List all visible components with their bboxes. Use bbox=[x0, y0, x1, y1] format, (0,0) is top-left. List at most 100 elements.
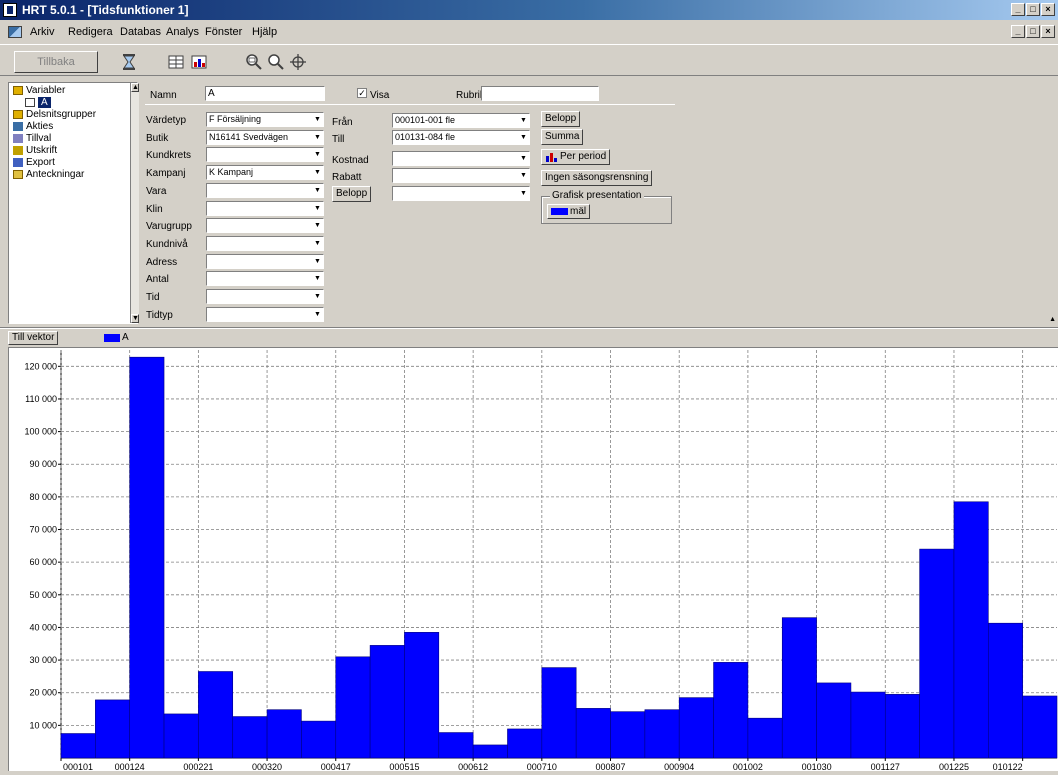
dropdown-arrow-icon[interactable]: ▼ bbox=[312, 219, 323, 232]
field-select-kampanj[interactable]: K Kampanj ▼ bbox=[206, 165, 324, 180]
menu-fonster[interactable]: Fönster bbox=[205, 26, 242, 38]
dropdown-arrow-icon[interactable]: ▼ bbox=[312, 131, 323, 144]
dropdown-arrow-icon[interactable]: ▼ bbox=[518, 187, 529, 200]
tree-item-tillval[interactable]: Tillval bbox=[13, 133, 51, 145]
bar-chart: 10 000 20 000 30 000 40 000 50 000 60 000 70 0… bbox=[24, 350, 1058, 772]
menu-bar: Arkiv Redigera Databas Analys Fönster Hj… bbox=[0, 22, 1058, 42]
dropdown-arrow-icon[interactable]: ▼ bbox=[312, 308, 323, 321]
menu-arkiv[interactable]: Arkiv bbox=[30, 26, 54, 38]
kostnad-select[interactable]: ▼ bbox=[392, 151, 530, 166]
fran-select[interactable]: 000101-001 fle ▼ bbox=[392, 113, 530, 128]
tree-item-utskrift[interactable]: Utskrift bbox=[13, 145, 57, 157]
field-select-tid[interactable]: ▼ bbox=[206, 289, 324, 304]
dropdown-arrow-icon[interactable]: ▼ bbox=[312, 237, 323, 250]
till-vektor-button[interactable]: Till vektor bbox=[8, 331, 59, 345]
dropdown-arrow-icon[interactable]: ▼ bbox=[518, 131, 529, 144]
bar bbox=[610, 711, 646, 759]
field-select-adress[interactable]: ▼ bbox=[206, 254, 324, 269]
per-period-label: Per period bbox=[560, 151, 607, 162]
dropdown-arrow-icon[interactable]: ▼ bbox=[312, 272, 323, 285]
bar bbox=[884, 694, 920, 759]
belopp-field-button[interactable]: Belopp bbox=[332, 186, 372, 202]
y-tick-label: 120 000 bbox=[24, 361, 57, 371]
field-select-vrdetyp[interactable]: F Försäljning ▼ bbox=[206, 112, 324, 127]
zoom-in-icon[interactable] bbox=[267, 53, 285, 71]
y-tick-label: 10 000 bbox=[29, 720, 57, 730]
field-select-tidtyp[interactable]: ▼ bbox=[206, 307, 324, 322]
child-close-button[interactable]: × bbox=[1041, 25, 1055, 38]
dropdown-arrow-icon[interactable]: ▼ bbox=[518, 114, 529, 127]
menu-analys[interactable]: Analys bbox=[166, 26, 199, 38]
menu-redigera[interactable]: Redigera bbox=[68, 26, 113, 38]
name-input[interactable]: A bbox=[205, 86, 325, 101]
tree-item-akties[interactable]: Akties bbox=[13, 121, 53, 133]
summa-button[interactable]: Summa bbox=[541, 129, 584, 145]
dropdown-arrow-icon[interactable]: ▼ bbox=[518, 152, 529, 165]
scroll-up-arrow[interactable]: ▲ bbox=[131, 83, 139, 92]
maximize-button[interactable]: □ bbox=[1026, 3, 1040, 16]
dropdown-arrow-icon[interactable]: ▼ bbox=[312, 202, 323, 215]
field-select-butik[interactable]: N16141 Svedvägen ▼ bbox=[206, 130, 324, 145]
scroll-down-arrow[interactable]: ▼ bbox=[131, 314, 139, 323]
bar bbox=[644, 709, 680, 759]
menu-databas[interactable]: Databas bbox=[120, 26, 161, 38]
visa-checkbox[interactable]: ✓ bbox=[357, 88, 367, 98]
per-period-button[interactable]: Per period bbox=[541, 149, 611, 165]
dropdown-arrow-icon[interactable]: ▼ bbox=[312, 184, 323, 197]
tree-scrollbar[interactable]: ▲ ▼ bbox=[130, 83, 139, 323]
belopp-select[interactable]: ▼ bbox=[392, 186, 530, 201]
export-icon bbox=[13, 157, 23, 167]
field-select-varugrupp[interactable]: ▼ bbox=[206, 218, 324, 233]
field-select-antal[interactable]: ▼ bbox=[206, 271, 324, 286]
dropdown-arrow-icon[interactable]: ▼ bbox=[312, 255, 323, 268]
tree-item-variabler[interactable]: Variabler bbox=[13, 85, 65, 97]
child-minimize-button[interactable]: _ bbox=[1011, 25, 1025, 38]
field-label-vara: Vara bbox=[146, 186, 167, 197]
printer-icon bbox=[13, 145, 23, 155]
zoom-icon[interactable] bbox=[245, 53, 263, 71]
field-select-kundniv[interactable]: ▼ bbox=[206, 236, 324, 251]
y-tick-label: 100 000 bbox=[24, 427, 57, 437]
rabatt-select[interactable]: ▼ bbox=[392, 168, 530, 183]
tree-item-export[interactable]: Export bbox=[13, 157, 55, 169]
bar bbox=[369, 645, 405, 759]
y-tick-label: 30 000 bbox=[29, 655, 57, 665]
table-icon[interactable] bbox=[167, 53, 185, 71]
document-icon[interactable] bbox=[8, 26, 22, 38]
minimize-button[interactable]: _ bbox=[1011, 3, 1025, 16]
close-button[interactable]: × bbox=[1041, 3, 1055, 16]
season-adjust-button[interactable]: Ingen säsongsrensning bbox=[541, 170, 653, 186]
back-button[interactable]: Tillbaka bbox=[14, 51, 98, 73]
pane-splitter[interactable] bbox=[0, 327, 1058, 329]
field-label-kundkrets: Kundkrets bbox=[146, 150, 192, 161]
resize-arrow-icon[interactable]: ▲ bbox=[1049, 316, 1056, 323]
dropdown-arrow-icon[interactable]: ▼ bbox=[312, 290, 323, 303]
kostnad-label: Kostnad bbox=[332, 155, 369, 166]
legend-strip: Till vektor A bbox=[0, 330, 1058, 346]
fran-label: Från bbox=[332, 117, 353, 128]
tree-item-anteckningar[interactable]: Anteckningar bbox=[13, 169, 84, 181]
field-select-kundkrets[interactable]: ▼ bbox=[206, 147, 324, 162]
child-maximize-button[interactable]: □ bbox=[1026, 25, 1040, 38]
bar bbox=[438, 732, 474, 759]
child-window-controls: _ □ × bbox=[1011, 25, 1055, 38]
pan-icon[interactable] bbox=[289, 53, 307, 71]
bar bbox=[232, 716, 268, 759]
menu-hjalp[interactable]: Hjälp bbox=[252, 26, 277, 38]
chart-icon[interactable] bbox=[190, 53, 208, 71]
field-label-antal: Antal bbox=[146, 274, 169, 285]
rubrik-input[interactable] bbox=[481, 86, 599, 101]
dropdown-arrow-icon[interactable]: ▼ bbox=[518, 169, 529, 182]
name-label: Namn bbox=[150, 90, 177, 101]
dropdown-arrow-icon[interactable]: ▼ bbox=[312, 113, 323, 126]
tree-item-delsnitsgrupper[interactable]: Delsnitsgrupper bbox=[13, 109, 96, 121]
field-select-vara[interactable]: ▼ bbox=[206, 183, 324, 198]
dropdown-arrow-icon[interactable]: ▼ bbox=[312, 166, 323, 179]
tree-item-a[interactable]: A bbox=[25, 97, 51, 109]
field-select-klin[interactable]: ▼ bbox=[206, 201, 324, 216]
hourglass-icon[interactable] bbox=[120, 53, 138, 71]
dropdown-arrow-icon[interactable]: ▼ bbox=[312, 148, 323, 161]
series-style-button[interactable]: mäl bbox=[547, 204, 591, 219]
till-select[interactable]: 010131-084 fle ▼ bbox=[392, 130, 530, 145]
belopp-button[interactable]: Belopp bbox=[541, 111, 581, 127]
